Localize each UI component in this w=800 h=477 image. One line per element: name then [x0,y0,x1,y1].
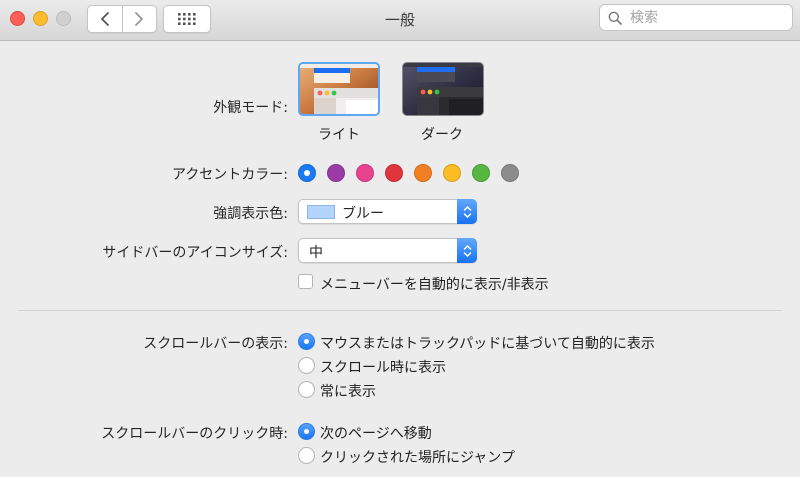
show-scrollbars-label: スクロールバーの表示: [143,336,288,352]
selected-dot-icon [304,170,310,176]
accent-color-label: アクセントカラー: [171,167,288,183]
show-scrollbars-auto-radio[interactable] [298,333,315,350]
sidebar-icon-size-value: 中 [309,245,323,261]
search-field[interactable] [599,4,793,31]
popup-arrows-icon [457,238,477,263]
show-scrollbars-always-label[interactable]: 常に表示 [320,381,376,401]
accent-color-swatch[interactable] [298,164,316,182]
show-scrollbars-always-radio[interactable] [298,381,315,398]
highlight-color-swatch [307,205,335,219]
sidebar-icon-size-label: サイドバーのアイコンサイズ: [102,245,288,261]
show-scrollbars-scrolling-radio[interactable] [298,357,315,374]
sidebar-icon-size-popup[interactable]: 中 [298,238,477,263]
click-scrollbar-next-page-radio[interactable] [298,423,315,440]
accent-color-swatch[interactable] [472,164,490,182]
appearance-dark-thumbnail[interactable] [402,62,484,116]
section-divider [18,310,782,311]
popup-arrows-icon [457,199,477,224]
accent-color-swatch[interactable] [327,164,345,182]
accent-color-swatch[interactable] [385,164,403,182]
title-bar: 一般 [0,0,800,41]
accent-color-swatch[interactable] [356,164,374,182]
appearance-label: 外観モード: [213,100,288,116]
appearance-light-thumbnail[interactable] [298,62,380,116]
menubar-autohide-label[interactable]: メニューバーを自動的に表示/非表示 [320,274,549,294]
click-scrollbar-next-page-label[interactable]: 次のページへ移動 [320,423,432,443]
search-input[interactable] [628,8,782,27]
click-scrollbar-label: スクロールバーのクリック時: [101,426,288,442]
highlight-color-label: 強調表示色: [213,206,288,222]
accent-color-swatch[interactable] [414,164,432,182]
click-scrollbar-jump-radio[interactable] [298,447,315,464]
accent-color-swatch[interactable] [443,164,461,182]
search-icon [608,11,622,25]
menubar-autohide-checkbox[interactable] [298,274,313,289]
show-scrollbars-scrolling-label[interactable]: スクロール時に表示 [320,357,446,377]
accent-color-swatch[interactable] [501,164,519,182]
highlight-color-popup[interactable]: ブルー [298,199,477,224]
show-scrollbars-auto-label[interactable]: マウスまたはトラックパッドに基づいて自動的に表示 [320,333,655,353]
light-preview-image [300,64,378,114]
appearance-light-label[interactable]: ライト [318,124,360,144]
click-scrollbar-jump-label[interactable]: クリックされた場所にジャンプ [320,447,515,467]
dark-preview-image [403,63,483,115]
highlight-color-value: ブルー [342,206,384,222]
appearance-dark-label[interactable]: ダーク [421,124,463,144]
